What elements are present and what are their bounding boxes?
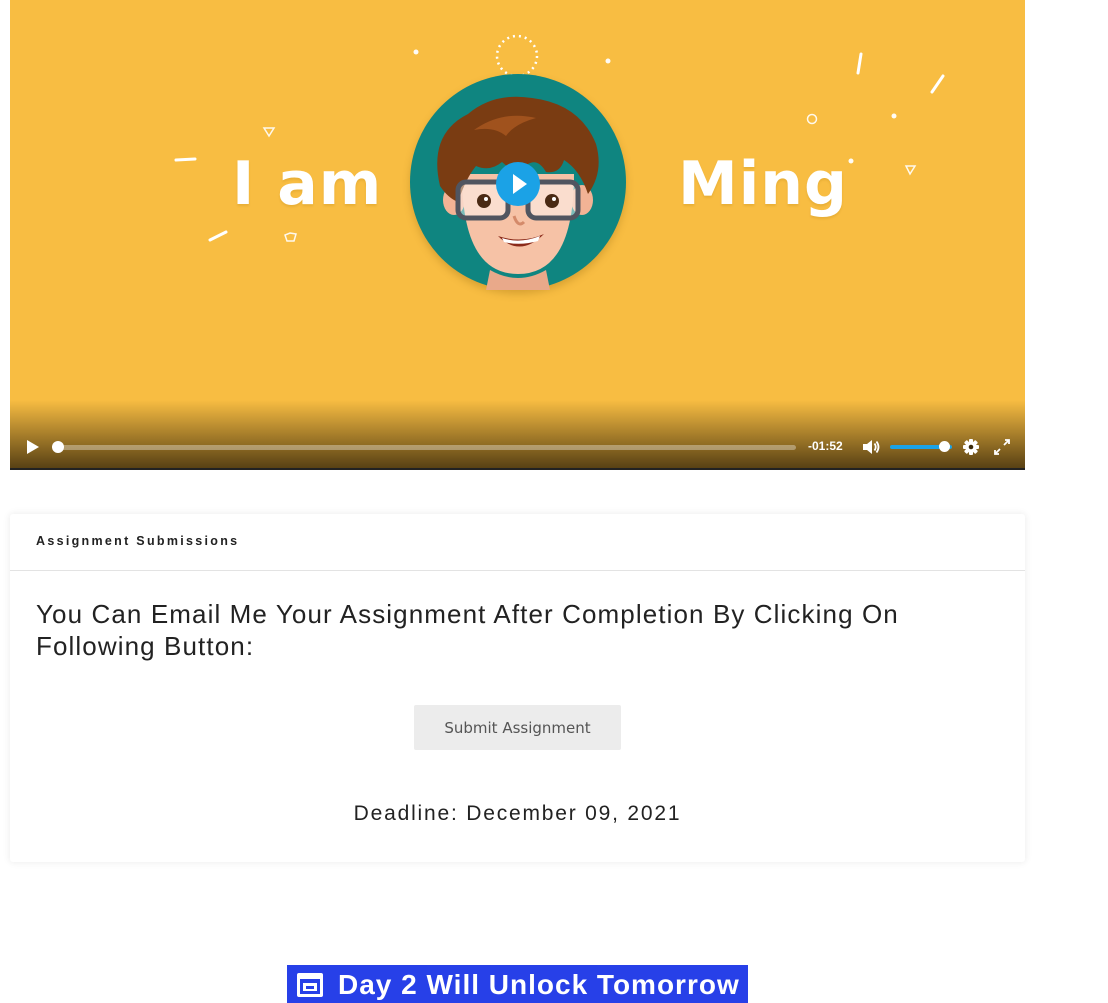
volume-slider[interactable] <box>890 434 952 460</box>
video-controls: -01:52 <box>10 434 1025 460</box>
submit-assignment-button[interactable]: Submit Assignment <box>414 705 621 750</box>
deadline-date: December 09, 2021 <box>466 802 682 825</box>
volume-icon <box>863 440 880 454</box>
play-button[interactable] <box>22 434 44 460</box>
fullscreen-icon <box>994 439 1010 455</box>
progress-bar[interactable] <box>52 434 796 460</box>
gear-icon <box>963 439 979 455</box>
deadline-label: Deadline: <box>353 802 459 825</box>
settings-button[interactable] <box>961 434 981 460</box>
video-title-left: I am <box>232 149 383 219</box>
volume-handle[interactable] <box>938 441 950 452</box>
unlock-banner: Day 2 Will Unlock Tomorrow <box>287 965 748 1003</box>
progress-track <box>54 445 796 450</box>
card-header: Assignment Submissions <box>10 514 1025 571</box>
card-title: Assignment Submissions <box>36 534 240 548</box>
mute-button[interactable] <box>861 434 881 460</box>
page: I am Ming -01:52 Assignment Submissions … <box>0 0 1108 1003</box>
video-player[interactable]: I am Ming -01:52 <box>10 0 1025 470</box>
video-title-right: Ming <box>678 149 848 219</box>
deadline: Deadline: December 09, 2021 <box>36 802 999 826</box>
card-body: You Can Email Me Your Assignment After C… <box>10 571 1025 826</box>
fullscreen-button[interactable] <box>992 434 1012 460</box>
video-bottom-border <box>10 468 1025 470</box>
time-remaining: -01:52 <box>808 439 843 453</box>
assignment-card: Assignment Submissions You Can Email Me … <box>10 514 1025 862</box>
progress-handle[interactable] <box>52 441 64 453</box>
play-overlay-button[interactable] <box>496 162 540 206</box>
assignment-instructions: You Can Email Me Your Assignment After C… <box>36 599 899 661</box>
unlock-message: Day 2 Will Unlock Tomorrow <box>338 969 740 1000</box>
window-icon <box>297 973 323 997</box>
